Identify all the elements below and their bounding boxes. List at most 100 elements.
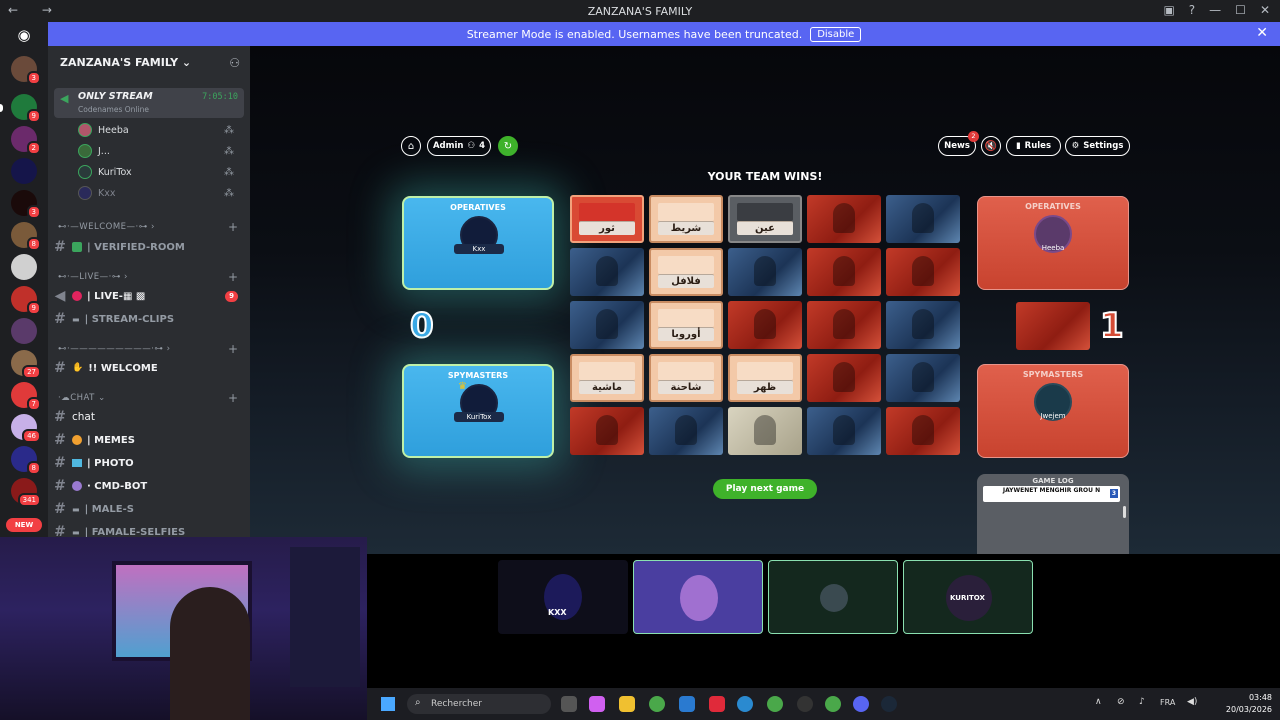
agent-card-blue[interactable] — [886, 301, 960, 349]
help-icon[interactable]: ? — [1189, 3, 1195, 17]
category-chat[interactable]: ·☁CHAT ⌄ — [58, 393, 106, 403]
file-explorer-icon[interactable] — [619, 696, 635, 712]
channel-live[interactable]: ◀ | LIVE-▦ ▩ 9 — [54, 286, 244, 306]
sound-off-icon[interactable]: 🔇 — [981, 136, 1001, 156]
agent-card-red[interactable] — [807, 301, 881, 349]
word-card[interactable]: عين — [728, 195, 802, 243]
channel-welcome[interactable]: # ✋ !! WELCOME — [54, 358, 244, 378]
agent-card-blue[interactable] — [728, 248, 802, 296]
agent-card-red[interactable] — [886, 248, 960, 296]
server-icon[interactable]: 46 — [11, 414, 41, 443]
maximize-button[interactable]: ☐ — [1235, 3, 1246, 17]
windows-start-icon[interactable] — [381, 697, 395, 711]
voice-user[interactable]: Kxx ⁂ — [78, 183, 234, 203]
play-next-game-button[interactable]: Play next game — [713, 479, 817, 499]
voice-channel-only-stream[interactable]: ◀ ONLY STREAM 7:05:10 Codenames Online — [54, 88, 244, 118]
channel-memes[interactable]: # | MEMES — [54, 430, 244, 450]
server-icon[interactable] — [11, 254, 37, 280]
app-icon[interactable] — [709, 696, 725, 712]
tray-icon[interactable]: ⊘ — [1117, 697, 1125, 707]
server-name[interactable]: ZANZANA'S FAMILY ⌄ — [60, 56, 191, 69]
server-icon[interactable]: 3 — [11, 56, 41, 85]
store-icon[interactable] — [679, 696, 695, 712]
agent-card-blue[interactable] — [807, 407, 881, 455]
agent-card-red[interactable] — [807, 248, 881, 296]
keyboard-language[interactable]: FRA — [1160, 698, 1175, 707]
chrome-profile-icon[interactable] — [767, 696, 783, 712]
server-icon[interactable]: 7 — [11, 382, 41, 411]
add-channel-icon[interactable]: + — [228, 342, 238, 356]
participant-tile[interactable] — [633, 560, 763, 634]
word-card[interactable]: ثور — [570, 195, 644, 243]
word-card[interactable]: شاحنة — [649, 354, 723, 402]
server-icon[interactable] — [11, 318, 37, 344]
add-channel-icon[interactable]: + — [228, 391, 238, 405]
discord-icon[interactable] — [853, 696, 869, 712]
discord-home-icon[interactable]: ◉ — [11, 26, 37, 46]
participant-tile[interactable] — [768, 560, 898, 634]
minimize-button[interactable]: — — [1209, 3, 1221, 17]
home-icon[interactable]: ⌂ — [401, 136, 421, 156]
add-channel-icon[interactable]: + — [228, 270, 238, 284]
agent-card-blue[interactable] — [886, 354, 960, 402]
voice-user[interactable]: KuriTox ⁂ — [78, 162, 234, 182]
task-view-icon[interactable] — [561, 696, 577, 712]
server-icon[interactable]: 8 — [11, 446, 41, 475]
agent-card-blue[interactable] — [570, 301, 644, 349]
server-icon[interactable]: 9 — [11, 286, 41, 315]
settings-button[interactable]: ⚙ Settings — [1065, 136, 1130, 156]
rules-button[interactable]: ▮ Rules — [1006, 136, 1061, 156]
channel-male-selfies[interactable]: # ▬ | MALE-S — [54, 499, 244, 519]
channel-photo[interactable]: # | PHOTO — [54, 453, 244, 473]
agent-card-red[interactable] — [570, 407, 644, 455]
channel-verified-room[interactable]: # | VERIFIED-ROOM — [54, 237, 244, 257]
server-icon[interactable]: 2 — [11, 126, 41, 155]
server-icon[interactable]: 3 — [11, 190, 41, 219]
chrome-icon[interactable] — [649, 696, 665, 712]
server-icon-zanzana[interactable]: 9 — [11, 94, 41, 123]
agent-card-red[interactable] — [807, 354, 881, 402]
channel-chat[interactable]: # chat — [54, 407, 244, 427]
participant-tile-kuritox[interactable]: KURITOX — [903, 560, 1033, 634]
close-button[interactable]: ✕ — [1260, 3, 1270, 17]
agent-card-blue[interactable] — [886, 195, 960, 243]
server-icon[interactable]: 27 — [11, 350, 41, 379]
channel-cmd-bot[interactable]: # · CMD-BOT — [54, 476, 244, 496]
steam-icon[interactable] — [881, 696, 897, 712]
disable-button[interactable]: Disable — [810, 26, 862, 42]
clock[interactable]: 03:48 20/03/2026 — [1226, 692, 1272, 716]
category-welcome[interactable]: ⊷·—WELCOME—·⊶ › — [58, 222, 155, 232]
server-icon[interactable] — [11, 158, 37, 184]
add-channel-icon[interactable]: + — [228, 220, 238, 234]
voice-user[interactable]: Heeba ⁂ — [78, 120, 234, 140]
app-icon[interactable] — [797, 696, 813, 712]
add-member-icon[interactable]: ⚇ — [229, 56, 240, 70]
category-live[interactable]: ⊷·—LIVE—·⊶ › — [58, 272, 128, 282]
agent-card-red[interactable] — [807, 195, 881, 243]
channel-stream-clips[interactable]: # ▬ | STREAM-CLIPS — [54, 309, 244, 329]
word-card[interactable]: أوروبا — [649, 301, 723, 349]
server-icon[interactable]: 8 — [11, 222, 41, 251]
taskbar-search[interactable]: Rechercher — [407, 694, 551, 714]
copilot-icon[interactable] — [589, 696, 605, 712]
tray-chevron-icon[interactable]: ∧ — [1095, 697, 1102, 707]
volume-icon[interactable]: ◀) — [1187, 697, 1197, 707]
agent-card-red[interactable] — [886, 407, 960, 455]
agent-card-blue[interactable] — [570, 248, 644, 296]
category-blank[interactable]: ⊷·—————————·⊶ › — [58, 344, 171, 354]
mic-icon[interactable]: ♪ — [1139, 697, 1145, 707]
participant-tile-kxx[interactable]: KXX — [498, 560, 628, 634]
refresh-icon[interactable]: ↻ — [498, 136, 518, 156]
close-banner-icon[interactable]: ✕ — [1256, 25, 1268, 41]
inbox-icon[interactable]: ▣ — [1163, 3, 1174, 17]
admin-button[interactable]: Admin ⚇ 4 — [427, 136, 491, 156]
word-card[interactable]: ظهر — [728, 354, 802, 402]
server-icon[interactable]: 341 — [11, 478, 41, 507]
word-card[interactable]: فلافل — [649, 248, 723, 296]
chrome-profile-icon[interactable] — [825, 696, 841, 712]
agent-card-blue[interactable] — [649, 407, 723, 455]
agent-card-red[interactable] — [728, 301, 802, 349]
word-card[interactable]: شريط — [649, 195, 723, 243]
log-scrollbar[interactable] — [1123, 506, 1126, 518]
voice-user[interactable]: J... ⁂ — [78, 141, 234, 161]
